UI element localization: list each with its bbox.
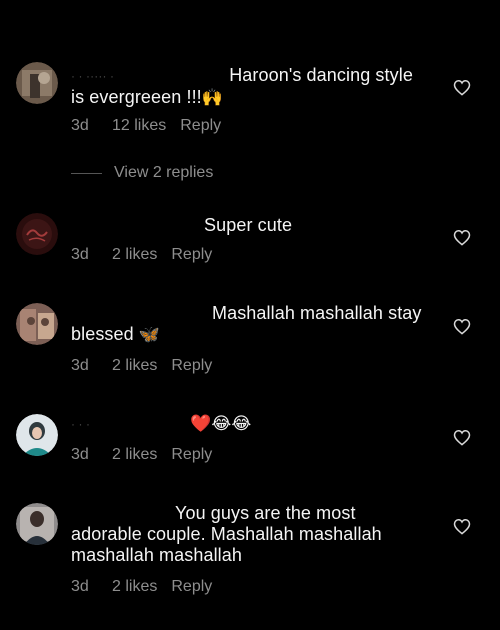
reply-button[interactable]: Reply <box>171 446 212 464</box>
timestamp: 3d <box>71 246 89 263</box>
comment-body: Super cute <box>204 215 293 235</box>
reply-button[interactable]: Reply <box>171 246 212 264</box>
timestamp: 3d <box>71 578 89 595</box>
comment-meta: 3d 12 likes Reply <box>71 117 221 135</box>
comment-meta: 3d 2 likes Reply <box>71 578 212 596</box>
comment-text: You guys are the most adorable couple. M… <box>71 503 431 566</box>
comment-body: Mashallah mashallah stay blessed <box>71 303 422 344</box>
reply-button[interactable]: Reply <box>171 357 212 375</box>
avatar[interactable] <box>16 303 58 345</box>
heart-outline-icon[interactable] <box>453 429 471 446</box>
comment-text: Super cute <box>71 215 431 236</box>
username[interactable]: · · ····· · <box>71 66 114 87</box>
comment-text: · · ····· · Haroon's dancing style is ev… <box>71 65 431 109</box>
avatar[interactable] <box>16 62 58 104</box>
view-replies-button[interactable]: View 2 replies <box>71 164 213 182</box>
comment-meta: 3d 2 likes Reply <box>71 446 212 464</box>
butterfly-emoji: 🦋 <box>138 325 161 345</box>
comment-body: You guys are the most adorable couple. M… <box>71 503 382 565</box>
reply-button[interactable]: Reply <box>180 117 221 135</box>
heart-outline-icon[interactable] <box>453 229 471 246</box>
comment-meta: 3d 2 likes Reply <box>71 357 212 375</box>
reply-button[interactable]: Reply <box>171 578 212 596</box>
timestamp: 3d <box>71 357 89 374</box>
like-count[interactable]: 12 likes <box>112 117 166 135</box>
avatar[interactable] <box>16 503 58 545</box>
raised-hands-emoji: 🙌 <box>201 87 224 108</box>
comment-text: · · · ❤️😂😂 <box>71 413 431 435</box>
heart-laughing-emoji: ❤️😂😂 <box>190 414 252 434</box>
heart-outline-icon[interactable] <box>453 518 471 535</box>
avatar[interactable] <box>16 414 58 456</box>
comment-meta: 3d 2 likes Reply <box>71 246 212 264</box>
comment-text: Mashallah mashallah stay blessed 🦋 <box>71 303 431 346</box>
heart-outline-icon[interactable] <box>453 79 471 96</box>
view-replies-label: View 2 replies <box>114 164 214 181</box>
like-count[interactable]: 2 likes <box>112 578 157 596</box>
timestamp: 3d <box>71 446 89 463</box>
like-count[interactable]: 2 likes <box>112 357 157 375</box>
replies-divider <box>71 172 102 174</box>
like-count[interactable]: 2 likes <box>112 246 157 264</box>
timestamp: 3d <box>71 117 89 134</box>
avatar[interactable] <box>16 213 58 255</box>
username[interactable]: · · · <box>71 414 90 435</box>
heart-outline-icon[interactable] <box>453 318 471 335</box>
comment-body: Haroon's dancing style is evergreeen !!! <box>71 65 413 107</box>
like-count[interactable]: 2 likes <box>112 446 157 464</box>
